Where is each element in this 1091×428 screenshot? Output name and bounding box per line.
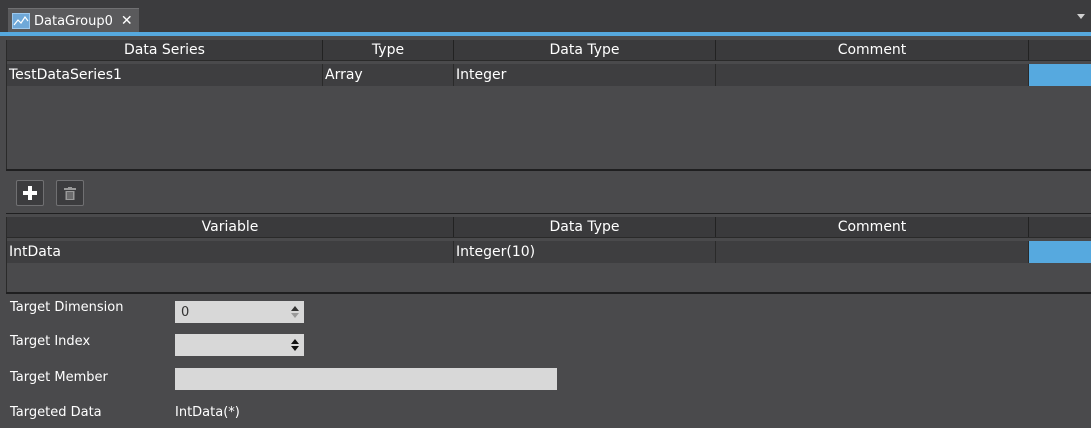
tab-title: DataGroup0 — [34, 13, 113, 29]
cell-data-type[interactable]: Integer(10) — [454, 241, 716, 263]
cell-data-series[interactable]: TestDataSeries1 — [7, 64, 323, 86]
column-header-data-series[interactable]: Data Series — [7, 40, 323, 60]
column-header-variable[interactable]: Variable — [7, 217, 454, 237]
divider — [6, 213, 1091, 214]
variable-table: Variable Data Type Comment IntData Integ… — [6, 217, 1091, 292]
cell-type[interactable]: Array — [323, 64, 454, 86]
table-header: Variable Data Type Comment — [7, 217, 1091, 238]
column-header-comment[interactable]: Comment — [716, 217, 1029, 237]
table-header: Data Series Type Data Type Comment — [7, 40, 1091, 61]
chevron-down-icon[interactable] — [1077, 14, 1085, 19]
tab-accent-bar — [0, 32, 1091, 36]
target-dimension-value: 0 — [181, 305, 190, 320]
cell-comment[interactable] — [716, 64, 1029, 86]
cell-variable[interactable]: IntData — [7, 241, 454, 263]
column-header-type[interactable]: Type — [323, 40, 454, 60]
trash-icon — [64, 186, 76, 200]
data-series-table: Data Series Type Data Type Comment TestD… — [6, 40, 1091, 169]
target-member-label: Target Member — [10, 370, 108, 385]
target-index-label: Target Index — [10, 334, 91, 349]
table-row[interactable]: IntData Integer(10) — [7, 241, 1029, 263]
divider — [6, 292, 1091, 294]
targeted-data-value: IntData(*) — [175, 405, 240, 420]
tab-bar: DataGroup0 ✕ — [0, 0, 1091, 36]
delete-button[interactable] — [56, 180, 84, 206]
add-button[interactable] — [16, 180, 44, 206]
tab-datagroup0[interactable]: DataGroup0 ✕ — [8, 8, 139, 33]
target-dimension-label: Target Dimension — [10, 300, 124, 315]
divider — [6, 169, 1091, 171]
target-member-input[interactable] — [175, 368, 557, 390]
row-selection-handle[interactable] — [1029, 64, 1091, 86]
target-dimension-stepper[interactable]: 0 — [175, 301, 304, 323]
plus-icon — [23, 186, 37, 200]
column-header-data-type[interactable]: Data Type — [454, 40, 716, 60]
target-index-stepper[interactable] — [175, 334, 304, 356]
cell-data-type[interactable]: Integer — [454, 64, 716, 86]
column-header-comment[interactable]: Comment — [716, 40, 1029, 60]
targeted-data-label: Targeted Data — [10, 405, 102, 420]
close-icon[interactable]: ✕ — [121, 13, 133, 29]
cell-comment[interactable] — [716, 241, 1029, 263]
row-selection-handle[interactable] — [1029, 241, 1091, 263]
table-row[interactable]: TestDataSeries1 Array Integer — [7, 64, 1029, 86]
data-group-icon — [12, 13, 30, 29]
spinner-arrows-icon[interactable] — [290, 304, 300, 320]
spinner-arrows-icon[interactable] — [290, 337, 300, 353]
column-header-data-type[interactable]: Data Type — [454, 217, 716, 237]
